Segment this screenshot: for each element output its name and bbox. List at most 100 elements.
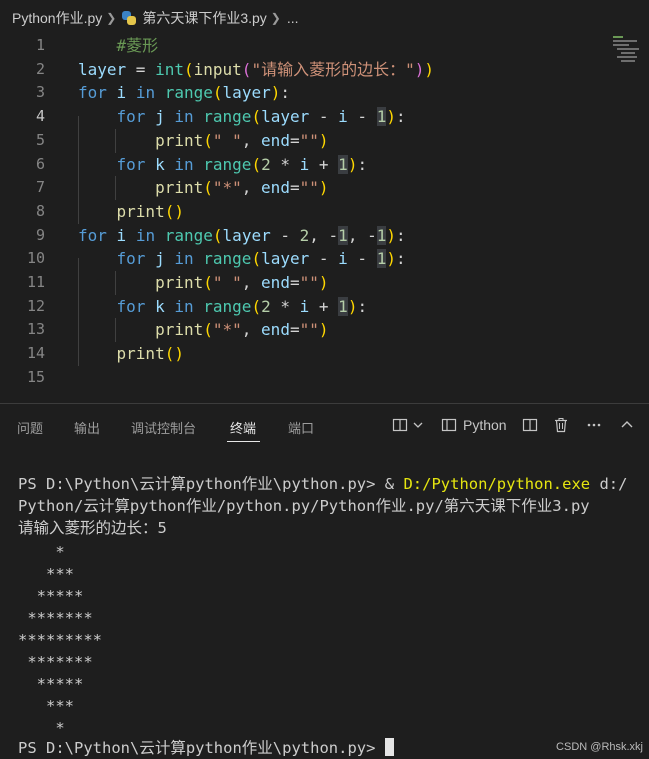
code-token: ( [203,320,213,340]
indent-guide [115,318,116,342]
code-token: layer [261,249,310,269]
code-token: layer [222,83,271,103]
code-line[interactable]: 1 #菱形 [0,34,649,58]
code-line[interactable]: 8 print() [0,200,649,224]
code-token: * [270,154,300,174]
code-token: ) [318,178,329,198]
code-token: #菱形 [116,36,159,55]
code-token: j [155,249,165,269]
code-token: "*" [212,320,242,340]
code-line[interactable]: 7 print("*", end="") [0,176,649,200]
breadcrumb-file[interactable]: 第六天课下作业3.py [142,8,266,28]
code-token: in [174,107,194,127]
chevron-right-icon: ❯ [106,11,117,25]
code-line[interactable]: 4 for j in range(layer - i - 1): [0,105,649,129]
terminal-output-line: ***** [18,587,84,605]
code-line[interactable]: 10 for j in range(layer - i - 1): [0,247,649,271]
code-token: in [174,296,194,316]
code-token: - [347,249,377,269]
indent-guide [78,258,79,366]
code-line[interactable]: 6 for k in range(2 * i + 1): [0,153,649,177]
code-text: print() [78,200,184,224]
code-text: for k in range(2 * i + 1): [78,295,367,319]
code-token: ) [414,59,425,79]
terminal-output[interactable]: PS D:\Python\云计算python作业\python.py> & D:… [0,450,649,759]
code-text: #菱形 [78,34,159,58]
code-token: 1 [338,225,348,245]
code-line[interactable]: 13 print("*", end="") [0,318,649,342]
tab-ports[interactable]: 端口 [288,418,314,437]
maximize-panel-button[interactable] [619,414,635,436]
code-editor[interactable]: 1 #菱形 2 layer = int(input("请输入菱形的边长：")) 3 fo… [0,34,649,396]
line-number: 8 [35,201,45,220]
code-token: " " [212,130,242,150]
breadcrumb: Python作业.py ❯ 第六天课下作业3.py ❯ ... [0,0,649,36]
code-line[interactable]: 5 print(" ", end="") [0,129,649,153]
chevron-up-icon [621,421,633,428]
code-line[interactable]: 9 for i in range(layer - 2, -1, -1): [0,224,649,248]
terminal-output-line: ********* [18,631,102,649]
line-number: 15 [26,367,45,386]
code-token: end [261,130,290,150]
code-token: = [289,320,300,340]
code-token: ( [164,344,175,364]
code-line[interactable]: 3 for i in range(layer): [0,81,649,105]
code-token: k [155,296,165,316]
code-token: print [155,320,204,340]
code-line[interactable]: 12 for k in range(2 * i + 1): [0,295,649,319]
terminal-cursor [384,738,394,756]
tab-problems[interactable]: 问题 [17,418,43,437]
code-line[interactable]: 15 [0,366,649,390]
code-token: print [116,201,165,221]
breadcrumb-ellipsis[interactable]: ... [287,10,299,26]
tab-terminal[interactable]: 终端 [230,418,256,437]
terminal-output-line: ***** [18,675,84,693]
code-token: in [135,83,156,103]
split-terminal-button[interactable] [522,414,538,436]
code-line[interactable]: 11 print(" ", end="") [0,271,649,295]
line-number: 3 [35,83,45,102]
code-token: ( [251,296,262,316]
terminal-selector[interactable]: Python [441,414,507,436]
code-text: for i in range(layer - 2, -1, -1): [78,224,406,248]
code-line[interactable]: 2 layer = int(input("请输入菱形的边长：")) [0,58,649,82]
code-token: ) [386,107,396,127]
code-token: in [174,154,194,174]
more-actions-button[interactable] [586,414,602,436]
breadcrumb-folder[interactable]: Python作业.py [12,8,102,28]
code-token: - [270,225,300,245]
code-token: ) [424,59,434,79]
code-line[interactable]: 14 print() [0,342,649,366]
code-token: ) [174,344,184,364]
code-token: ( [251,249,262,269]
code-token: ( [251,107,262,127]
split-layout-button[interactable] [392,414,424,436]
code-token: for [116,296,146,316]
code-token: 1 [338,154,348,174]
line-number: 9 [35,225,45,244]
code-token: ( [183,59,194,79]
code-token: end [261,178,290,198]
kill-terminal-button[interactable] [553,414,569,436]
code-token: "*" [212,178,242,198]
code-token: - [309,249,339,269]
code-token: ( [203,178,213,198]
terminal-command-line: PS D:\Python\云计算python作业\python.py> & D:… [18,475,628,493]
tab-output[interactable]: 输出 [74,418,100,437]
tab-debug-console[interactable]: 调试控制台 [131,418,196,437]
line-number: 2 [35,59,45,78]
code-token: range [203,249,252,269]
code-token: int [155,59,184,79]
terminal-input-prompt: 请输入菱形的边长：5 [18,519,167,537]
